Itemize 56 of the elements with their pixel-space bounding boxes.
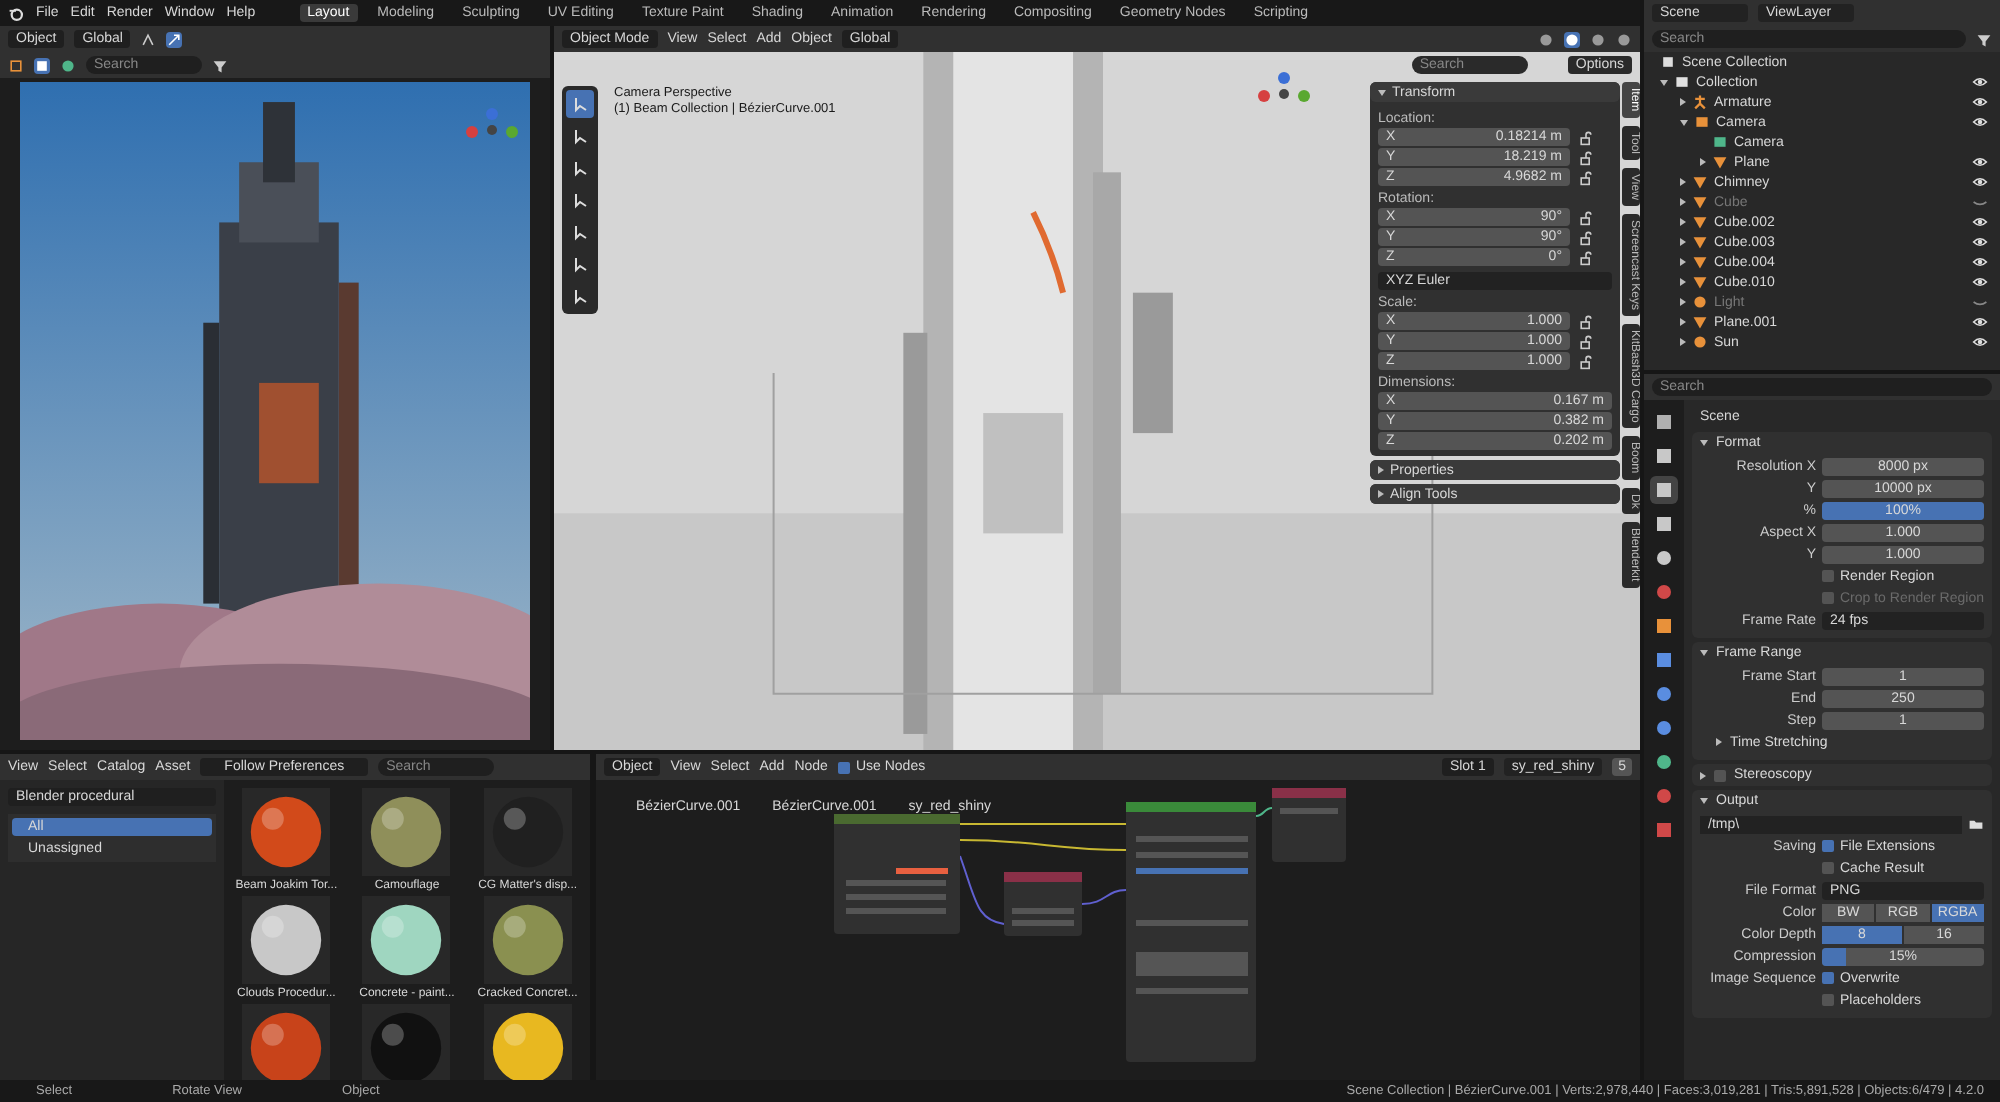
square-tab-icon[interactable] (1650, 476, 1678, 504)
box-icon (1694, 114, 1710, 130)
node-link (1255, 807, 1273, 817)
folder-icon[interactable] (1968, 816, 1984, 832)
dot-icon (1692, 334, 1708, 350)
lock-icon[interactable] (1578, 333, 1594, 349)
lock-icon[interactable] (1578, 129, 1594, 145)
expand-arrow-icon[interactable] (1680, 258, 1686, 266)
eye-icon[interactable] (1972, 174, 1988, 190)
node-drawing[interactable] (1272, 788, 1346, 862)
dot-icon (1692, 294, 1708, 310)
node-link (959, 855, 1005, 925)
lock-icon[interactable] (1578, 249, 1594, 265)
eye-icon[interactable] (1972, 94, 1988, 110)
expand-arrow-icon[interactable] (1680, 119, 1688, 125)
eye-icon[interactable] (1972, 334, 1988, 350)
node-drawing[interactable] (1004, 872, 1082, 936)
lock-icon[interactable] (1578, 313, 1594, 329)
expand-arrow-icon[interactable] (1680, 318, 1686, 326)
figure-icon (1692, 94, 1708, 110)
expand-arrow-icon[interactable] (1680, 338, 1686, 346)
lock-icon[interactable] (1578, 353, 1594, 369)
blender-logo-icon[interactable] (8, 5, 24, 21)
eye-icon[interactable] (1972, 114, 1988, 130)
eye-icon[interactable] (1972, 74, 1988, 90)
expand-arrow-icon[interactable] (1700, 158, 1706, 166)
node-link (1081, 889, 1127, 905)
triangle-icon (1692, 314, 1708, 330)
filter-icon[interactable] (212, 57, 228, 73)
node-drawing[interactable] (834, 814, 960, 934)
box-icon (1674, 74, 1690, 90)
expand-arrow-icon[interactable] (1680, 298, 1686, 306)
shading-icon[interactable] (1564, 31, 1580, 47)
eye-icon[interactable] (1972, 154, 1988, 170)
expand-arrow-icon[interactable] (1680, 178, 1686, 186)
lock-icon[interactable] (1578, 169, 1594, 185)
eye-icon[interactable] (1972, 254, 1988, 270)
expand-arrow-icon[interactable] (1680, 98, 1686, 106)
eye-icon[interactable] (1972, 214, 1988, 230)
collection-icon (1660, 54, 1676, 70)
eye-icon[interactable] (1972, 234, 1988, 250)
expand-arrow-icon[interactable] (1680, 218, 1686, 226)
expand-arrow-icon[interactable] (1680, 238, 1686, 246)
lock-icon[interactable] (1578, 229, 1594, 245)
lock-icon[interactable] (1578, 149, 1594, 165)
sphere-icon[interactable] (60, 57, 76, 73)
eye-icon[interactable] (1972, 314, 1988, 330)
box-icon (1712, 134, 1728, 150)
filter-icon[interactable] (1976, 31, 1992, 47)
expand-arrow-icon[interactable] (1680, 198, 1686, 206)
expand-arrow-icon[interactable] (1680, 278, 1686, 286)
node-drawing[interactable] (1126, 802, 1256, 1062)
lock-icon[interactable] (1578, 209, 1594, 225)
expand-arrow-icon[interactable] (1660, 79, 1668, 85)
transform-icon[interactable] (166, 31, 183, 47)
eye-icon[interactable] (1972, 274, 1988, 290)
